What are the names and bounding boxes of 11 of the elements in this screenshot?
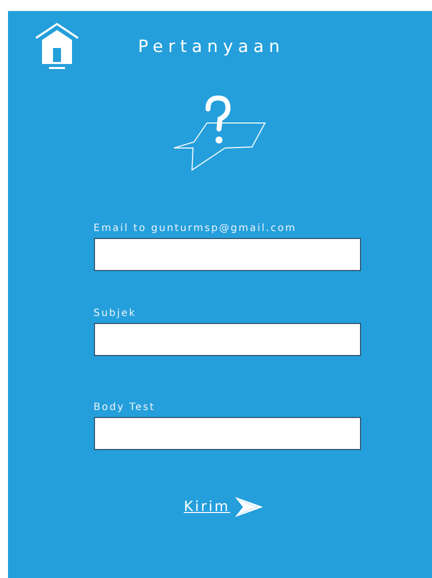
field-label: Body Test: [94, 402, 156, 413]
page-title: Pertanyaan: [138, 37, 285, 57]
field-label: Subjek: [94, 308, 138, 319]
input-field[interactable]: [94, 323, 360, 356]
home-icon[interactable]: [34, 23, 80, 71]
send-arrow-icon[interactable]: [234, 496, 264, 518]
input-field[interactable]: [94, 417, 360, 450]
send-link[interactable]: Kirim: [184, 499, 230, 515]
input-field[interactable]: [94, 238, 360, 271]
question-bubble-icon: [173, 95, 267, 173]
field-label: Email to gunturmsp@gmail.com: [94, 223, 298, 234]
